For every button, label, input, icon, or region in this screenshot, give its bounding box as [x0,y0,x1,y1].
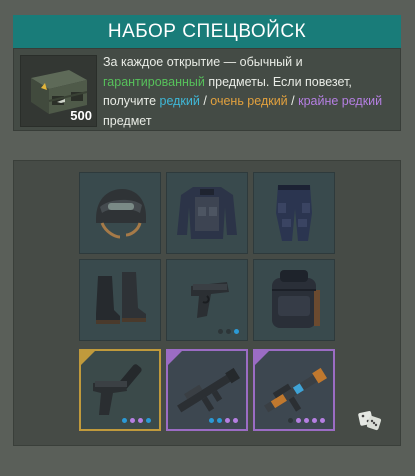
tactical-pants-icon [276,185,312,241]
desc-sep1: / [199,94,211,108]
desc-part1: За каждое открытие — обычный и [103,55,303,69]
rarity-dot [209,418,214,423]
item-slot-backpack[interactable] [253,259,335,341]
rarity-dot [217,418,222,423]
item-slot-boots[interactable] [79,259,161,341]
rarity-dot [233,418,238,423]
item-slot-silenced-pistol[interactable] [79,349,161,431]
rarity-dots [209,418,238,423]
info-panel: 500 За каждое открытие — обычный и гаран… [13,48,401,131]
dice-icon[interactable] [358,408,382,432]
rarity-dot [218,329,223,334]
item-slot-assault-rifle[interactable] [166,349,248,431]
pistol-icon [191,282,229,318]
rarity-dots [218,329,239,334]
items-panel [13,160,401,446]
backpack-icon [272,270,320,328]
item-slot-pants[interactable] [253,172,335,254]
rarity-dot [138,418,143,423]
desc-part3: предмет [103,113,152,128]
rarity-dots [288,418,325,423]
rarity-dot [226,329,231,334]
desc-sep2: / [287,94,299,108]
tactical-jacket-icon [177,187,237,239]
rarity-dot [146,418,151,423]
desc-rare: редкий [159,94,200,108]
desc-very-rare: очень редкий [210,94,288,108]
rarity-dot [312,418,317,423]
item-slot-jacket[interactable] [166,172,248,254]
desc-guaranteed: гарантированный [103,74,205,89]
chest-image[interactable]: 500 [20,55,97,127]
item-slot-pistol[interactable] [166,259,248,341]
page-title-text: НАБОР СПЕЦВОЙСК [107,20,307,42]
rarity-dot [225,418,230,423]
combat-boots-icon [96,272,146,324]
rarity-dot [130,418,135,423]
item-slot-camo-rifle[interactable] [253,349,335,431]
rarity-dots [122,418,151,423]
rarity-dot [122,418,127,423]
page-title: НАБОР СПЕЦВОЙСК [13,15,401,48]
item-slot-helmet[interactable] [79,172,161,254]
rarity-dot [304,418,309,423]
desc-extremely-rare: крайне редкий [298,94,383,108]
chest-price: 500 [70,108,92,123]
helmet-icon [96,189,146,239]
rarity-dot [234,329,239,334]
rarity-dot [288,418,293,423]
rarity-dot [296,418,301,423]
chest-description: За каждое открытие — обычный и гарантиро… [103,53,399,131]
rarity-dot [320,418,325,423]
